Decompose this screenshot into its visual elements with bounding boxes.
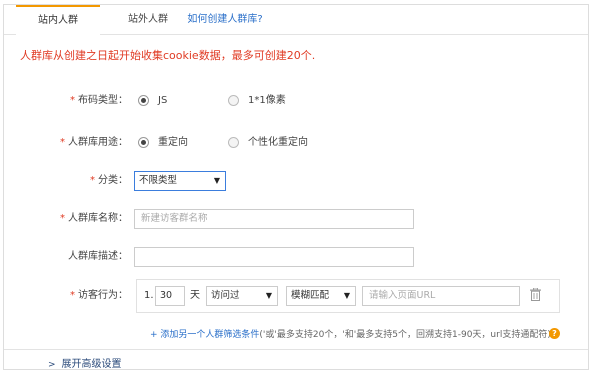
expand-advanced-settings[interactable]: > 展开高级设置 [48,355,122,370]
usage-row: * 人群库用途： 重定向 个性化重定向 [4,131,588,155]
description-row: 人群库描述： [4,245,588,269]
usage-label-text: 人群库用途： [68,137,128,148]
days-input[interactable]: 30 [155,286,185,306]
advanced-settings-bar: > 展开高级设置 [4,349,588,371]
days-unit: 天 [190,290,200,301]
radio-personalized-retarget[interactable] [228,137,239,148]
visitor-behavior-label-text: 访客行为： [78,290,128,301]
category-select[interactable]: 不限类型 ▼ [134,171,226,191]
required-mark: * [90,175,95,186]
description-label: 人群库描述： [68,251,128,262]
chevron-right-icon: > [48,360,56,370]
tab-inside-audience[interactable]: 站内人群 [16,5,100,36]
required-mark: * [60,137,65,148]
category-label: * 分类： [4,169,128,193]
radio-js[interactable] [138,95,149,106]
code-type-label-text: 布码类型： [78,95,128,106]
category-select-value: 不限类型 [139,175,178,186]
name-input[interactable]: 新建访客群名称 [134,209,414,229]
radio-pixel[interactable] [228,95,239,106]
expand-advanced-label: 展开高级设置 [61,359,122,370]
dropdown-arrow-icon: ▼ [213,176,220,185]
notice-text: 人群库从创建之日起开始收集cookie数据，最多可创建20个. [20,49,316,62]
name-row: * 人群库名称： 新建访客群名称 [4,207,588,231]
add-rule-hint: ('或'最多支持20个，'和'最多支持5个，回溯支持1-90天，url支持通配符… [259,330,551,340]
match-select[interactable]: 模糊匹配 ▼ [286,286,356,306]
action-select-value: 访问过 [211,290,240,301]
match-select-value: 模糊匹配 [291,290,330,301]
action-select[interactable]: 访问过 ▼ [206,286,278,306]
usage-label: * 人群库用途： [4,131,128,155]
add-rule-link[interactable]: + 添加另一个人群筛选条件 [150,330,259,340]
radio-retarget[interactable] [138,137,149,148]
radio-personalized-retarget-label: 个性化重定向 [248,137,308,148]
help-link[interactable]: 如何创建人群库? [180,5,270,35]
required-mark: * [60,213,65,224]
radio-js-label: JS [158,95,168,106]
required-mark: * [70,95,75,106]
radio-pixel-label: 1*1像素 [248,95,286,106]
trash-icon[interactable] [530,288,541,301]
dropdown-arrow-icon: ▼ [343,291,350,300]
visitor-behavior-label: * 访客行为： [4,284,128,308]
help-question-icon[interactable]: ? [549,328,560,339]
rule-index: 1. [144,290,154,301]
radio-retarget-label: 重定向 [158,137,188,148]
required-mark: * [70,290,75,301]
name-label-text: 人群库名称： [68,213,128,224]
name-label: * 人群库名称： [4,207,128,231]
category-row: * 分类： 不限类型 ▼ [4,169,588,193]
category-label-text: 分类： [98,175,128,186]
audience-form-panel: 站内人群 站外人群 如何创建人群库? 人群库从创建之日起开始收集cookie数据… [3,4,589,370]
tab-bar: 站内人群 站外人群 如何创建人群库? [4,5,588,36]
code-type-label: * 布码类型： [4,89,128,113]
description-input[interactable] [134,247,414,267]
url-input[interactable]: 请输入页面URL [362,286,520,306]
tab-outside-audience[interactable]: 站外人群 [112,5,184,35]
dropdown-arrow-icon: ▼ [265,291,272,300]
add-rule-line: + 添加另一个人群筛选条件('或'最多支持20个，'和'最多支持5个，回溯支持1… [150,327,551,340]
code-type-row: * 布码类型： JS 1*1像素 [4,89,588,113]
